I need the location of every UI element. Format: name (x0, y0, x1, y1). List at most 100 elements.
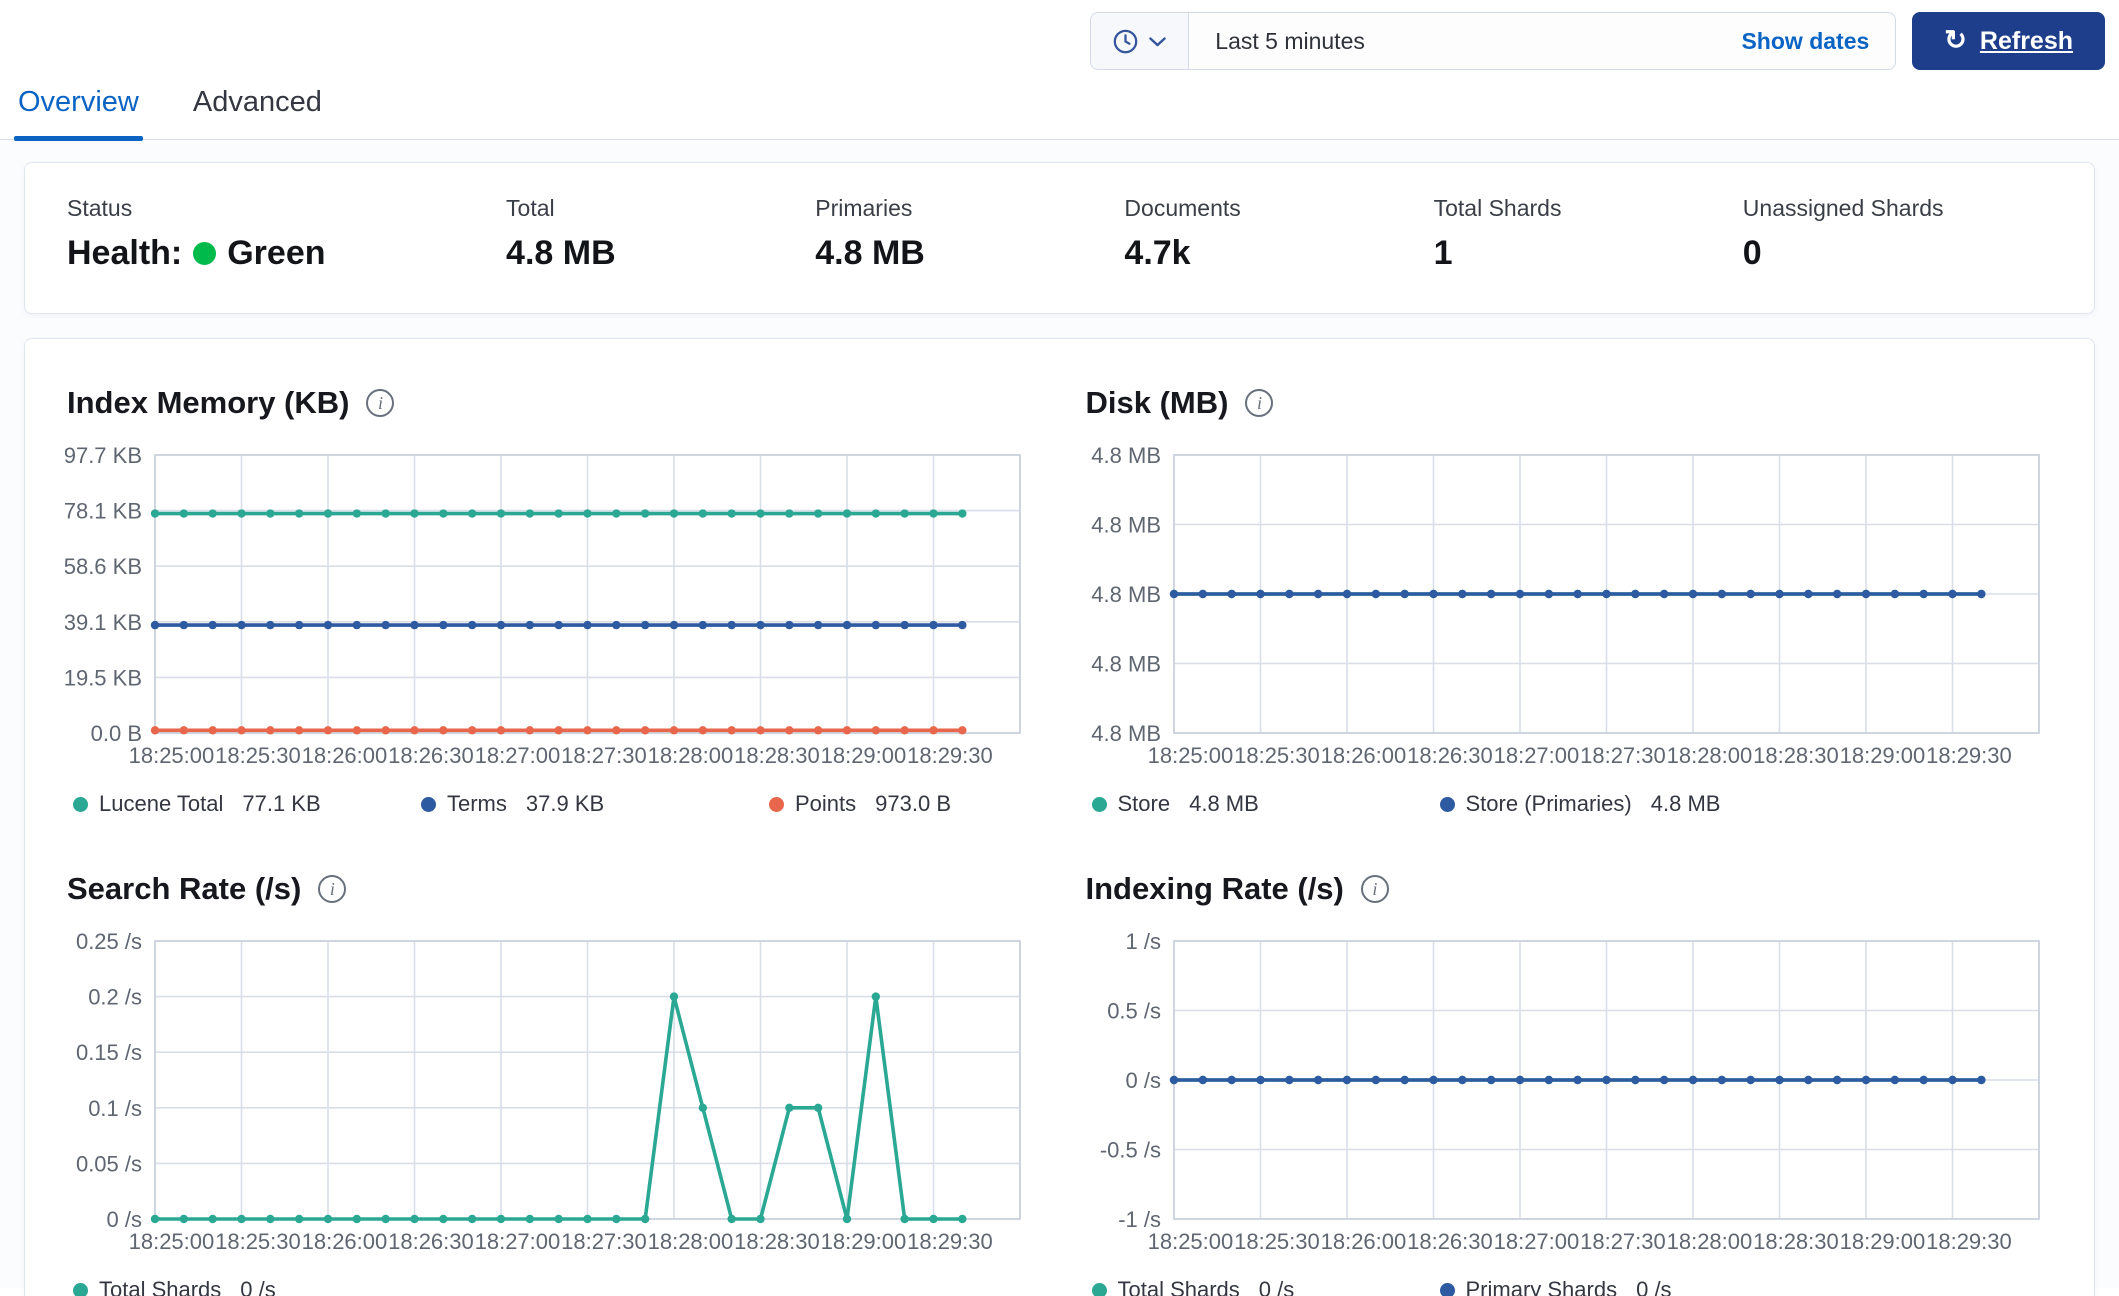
health-value: Green (227, 234, 326, 272)
charts-grid: Index Memory (KB) 97.7 KB 78.1 KB 58.6 KB 3… (65, 385, 2054, 1296)
health-dot (193, 242, 217, 265)
legend-item[interactable]: Store (Primaries) 4.8 MB (1439, 791, 1721, 817)
legend-value: 4.8 MB (1650, 791, 1721, 816)
quick-select-button[interactable] (1091, 13, 1190, 69)
svg-text:0.05 /s: 0.05 /s (76, 1151, 142, 1176)
legend-item[interactable]: Terms 37.9 KB (421, 791, 769, 817)
chart-card: Disk (MB) 4.8 MB 4.8 MB 4.8 MB 4.8 MB 4.8 MB… (1084, 385, 2055, 817)
summary-item: Total Shards 1 (1434, 195, 1743, 273)
chart-title: Index Memory (KB) (67, 385, 350, 420)
chart-legend: Total Shards 0 /s Primary Shards 0 /s (1084, 1277, 2055, 1296)
svg-text:1 /s: 1 /s (1125, 933, 1160, 954)
svg-text:0.1 /s: 0.1 /s (88, 1096, 142, 1121)
svg-text:19.5 KB: 19.5 KB (65, 665, 142, 690)
legend-label: Terms (447, 791, 507, 816)
chart-plot: 4.8 MB 4.8 MB 4.8 MB 4.8 MB 4.8 MB 18:25:00 18… (1084, 447, 2055, 775)
health-prefix: Health: (67, 234, 183, 272)
refresh-label: Refresh (1979, 26, 2073, 55)
svg-text:18:29:00: 18:29:00 (821, 1229, 907, 1254)
svg-text:18:27:30: 18:27:30 (561, 743, 647, 768)
info-icon[interactable] (1360, 875, 1389, 903)
time-picker-value[interactable]: Last 5 minutes (1189, 28, 1741, 55)
svg-text:18:29:00: 18:29:00 (1839, 743, 1925, 768)
legend-item[interactable]: Store 4.8 MB (1091, 791, 1440, 817)
svg-text:18:28:00: 18:28:00 (1666, 1229, 1752, 1254)
chart-title: Indexing Rate (/s) (1085, 871, 1344, 906)
legend-item[interactable]: Total Shards 0 /s (73, 1277, 276, 1296)
svg-text:18:25:00: 18:25:00 (1147, 1229, 1233, 1254)
svg-text:18:29:00: 18:29:00 (821, 743, 907, 768)
svg-text:0.2 /s: 0.2 /s (88, 985, 142, 1010)
summary-value: 4.8 MB (506, 234, 616, 272)
svg-text:18:27:00: 18:27:00 (1493, 1229, 1579, 1254)
svg-text:0.25 /s: 0.25 /s (76, 933, 142, 954)
svg-text:18:25:30: 18:25:30 (1234, 743, 1320, 768)
svg-text:18:28:30: 18:28:30 (734, 743, 820, 768)
legend-dot (421, 796, 436, 812)
legend-item[interactable]: Primary Shards 0 /s (1439, 1277, 1672, 1296)
chart-title: Search Rate (/s) (67, 871, 302, 906)
chart-card: Search Rate (/s) 0.25 /s 0.2 /s 0.15 /s 0.1… (65, 871, 1036, 1296)
svg-text:18:29:30: 18:29:30 (1926, 1229, 2012, 1254)
page-header: Last 5 minutes Show dates ↻ Refresh (0, 0, 2119, 74)
summary-value: 4.8 MB (815, 234, 925, 272)
chart-legend: Total Shards 0 /s (65, 1277, 1036, 1296)
svg-text:18:25:30: 18:25:30 (215, 743, 301, 768)
chart-title-row: Indexing Rate (/s) (1084, 871, 2055, 907)
summary-label: Total Shards (1433, 195, 1562, 221)
legend-label: Total Shards (1117, 1277, 1240, 1296)
clock-icon (1113, 29, 1138, 53)
svg-text:18:29:30: 18:29:30 (1926, 743, 2012, 768)
summary-label: Total (506, 195, 555, 221)
legend-dot (769, 796, 784, 812)
svg-text:18:26:30: 18:26:30 (388, 1229, 474, 1254)
chart-card: Index Memory (KB) 97.7 KB 78.1 KB 58.6 KB 3… (65, 385, 1036, 817)
time-picker[interactable]: Last 5 minutes Show dates (1090, 12, 1897, 70)
legend-item[interactable]: Lucene Total 77.1 KB (73, 791, 421, 817)
summary-value: 0 (1742, 234, 1762, 272)
svg-text:18:26:30: 18:26:30 (1407, 743, 1493, 768)
svg-text:0.5 /s: 0.5 /s (1107, 999, 1161, 1024)
tab-advanced[interactable]: Advanced (189, 74, 326, 139)
svg-text:18:25:00: 18:25:00 (129, 743, 215, 768)
legend-value: 0 /s (1636, 1277, 1672, 1296)
svg-text:18:25:30: 18:25:30 (215, 1229, 301, 1254)
legend-item[interactable]: Points 973.0 B (769, 791, 951, 817)
summary-item: Documents 4.7k (1124, 195, 1433, 273)
info-icon[interactable] (318, 875, 347, 903)
legend-dot (73, 1282, 88, 1296)
svg-text:18:28:00: 18:28:00 (1666, 743, 1752, 768)
legend-label: Store (1117, 791, 1171, 816)
summary-panel: Status Health: Green Total 4.8 MB Primari… (24, 162, 2095, 314)
legend-value: 77.1 KB (242, 791, 321, 816)
show-dates-link[interactable]: Show dates (1741, 28, 1895, 55)
chart-svg: 4.8 MB4.8 MB4.8 MB4.8 MB4.8 MB18:25:00 18… (1091, 447, 2040, 768)
svg-text:18:29:00: 18:29:00 (1839, 1229, 1925, 1254)
svg-text:18:27:30: 18:27:30 (1580, 1229, 1666, 1254)
summary-item: Total 4.8 MB (506, 195, 815, 273)
legend-value: 0 /s (1258, 1277, 1295, 1296)
legend-value: 37.9 KB (525, 791, 605, 816)
svg-text:39.1 KB: 39.1 KB (65, 610, 142, 635)
legend-item[interactable]: Total Shards 0 /s (1091, 1277, 1440, 1296)
summary-item: Primaries 4.8 MB (815, 195, 1124, 273)
info-icon[interactable] (366, 389, 395, 417)
summary-value: 4.7k (1124, 234, 1191, 272)
tab-overview[interactable]: Overview (14, 74, 143, 141)
svg-text:18:25:30: 18:25:30 (1234, 1229, 1320, 1254)
legend-label: Store (Primaries) (1465, 791, 1632, 816)
svg-text:4.8 MB: 4.8 MB (1091, 513, 1161, 538)
summary-value: Health: Green (67, 234, 506, 273)
legend-label: Points (795, 791, 857, 816)
info-icon[interactable] (1245, 389, 1274, 417)
svg-text:78.1 KB: 78.1 KB (65, 499, 142, 524)
refresh-button[interactable]: ↻ Refresh (1912, 12, 2105, 70)
legend-value: 973.0 B (875, 791, 951, 816)
legend-dot (1091, 1282, 1107, 1296)
svg-text:18:27:00: 18:27:00 (475, 1229, 561, 1254)
chart-legend: Store 4.8 MB Store (Primaries) 4.8 MB (1084, 791, 2055, 817)
summary-label: Documents (1124, 195, 1241, 221)
legend-dot (1439, 1282, 1455, 1296)
svg-text:97.7 KB: 97.7 KB (65, 447, 142, 468)
refresh-icon: ↻ (1944, 24, 1967, 55)
